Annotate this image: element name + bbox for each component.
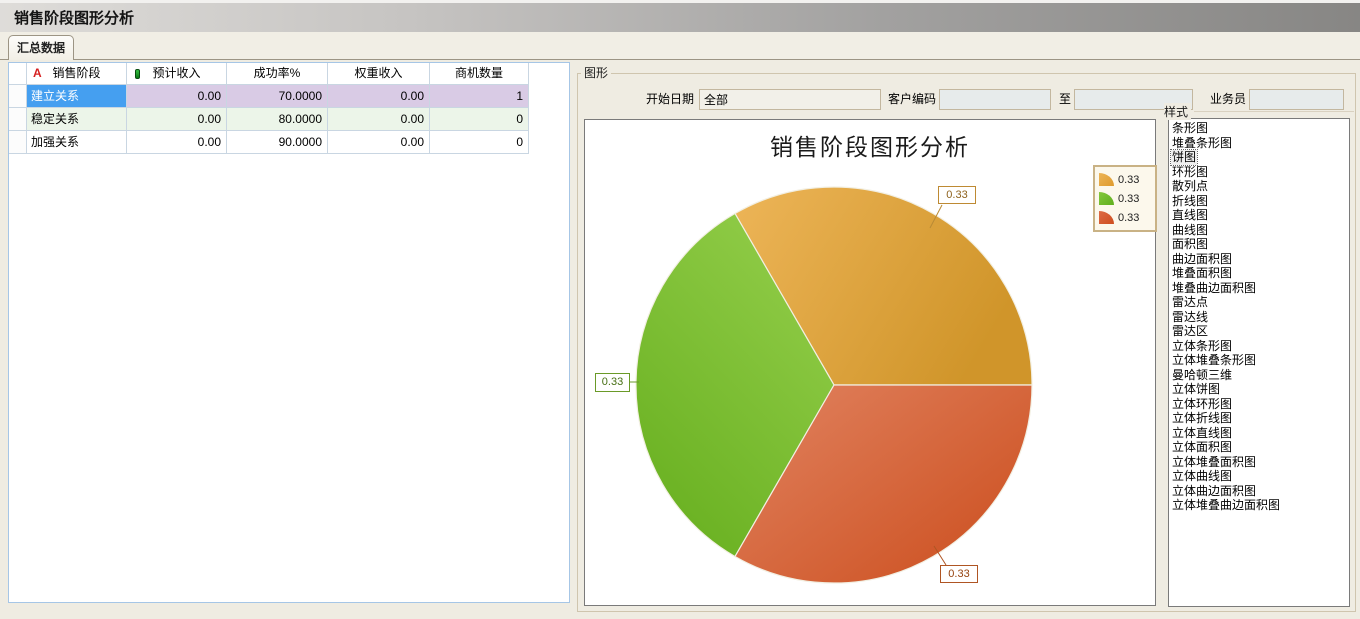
col-header-success-rate[interactable]: 成功率% (227, 63, 328, 85)
start-date-label: 开始日期 (608, 89, 694, 110)
col-header-success-rate-label: 成功率% (254, 66, 301, 80)
cell-weighted-income[interactable]: 0.00 (328, 131, 430, 154)
style-list-item[interactable]: 立体饼图 (1169, 382, 1349, 397)
cell-success-rate[interactable]: 90.0000 (227, 131, 328, 154)
cell-success-rate[interactable]: 70.0000 (227, 85, 328, 108)
legend-value: 0.33 (1118, 193, 1139, 205)
salesman-label: 业务员 (1200, 89, 1246, 110)
col-header-opportunity-count[interactable]: 商机数量 (430, 63, 529, 85)
graph-group-caption: 图形 (581, 65, 611, 81)
style-list-item[interactable]: 立体曲边面积图 (1169, 484, 1349, 499)
page-title: 销售阶段图形分析 (14, 7, 134, 28)
tab-summary-data[interactable]: 汇总数据 (8, 35, 74, 60)
style-list-item[interactable]: 立体面积图 (1169, 440, 1349, 455)
style-list-item[interactable]: 曲线图 (1169, 223, 1349, 238)
style-list-item[interactable]: 堆叠条形图 (1169, 136, 1349, 151)
customer-code-input[interactable] (939, 89, 1051, 110)
to-label: 至 (1055, 89, 1071, 110)
cell-stage-selected[interactable]: 建立关系 (27, 85, 127, 108)
cell-weighted-income[interactable]: 0.00 (328, 85, 430, 108)
style-list-item[interactable]: 雷达线 (1169, 310, 1349, 325)
slice-value-callout: 0.33 (938, 186, 976, 204)
table-row[interactable]: 建立关系 0.00 70.0000 0.00 1 (9, 85, 529, 108)
style-list-item[interactable]: 曼哈顿三维 (1169, 368, 1349, 383)
style-list-item[interactable]: 雷达区 (1169, 324, 1349, 339)
graph-group-box: 图形 开始日期 客户编码 至 业务员 销售阶段图形分析 (577, 73, 1356, 612)
tab-strip: 汇总数据 (0, 32, 1360, 60)
style-list-item[interactable]: 立体曲线图 (1169, 469, 1349, 484)
style-list-item[interactable]: 折线图 (1169, 194, 1349, 209)
col-header-expected-income-label: 预计收入 (152, 66, 200, 80)
style-list-item[interactable]: 环形图 (1169, 165, 1349, 180)
start-date-input[interactable] (699, 89, 881, 110)
style-list-item[interactable]: 立体堆叠面积图 (1169, 455, 1349, 470)
style-list-item[interactable]: 立体折线图 (1169, 411, 1349, 426)
cell-success-rate[interactable]: 80.0000 (227, 108, 328, 131)
col-header-weighted-income[interactable]: 权重收入 (328, 63, 430, 85)
style-group-caption: 样式 (1164, 103, 1191, 120)
cell-opportunity-count[interactable]: 0 (430, 108, 529, 131)
content-area: A 销售阶段 预计收入 成功率% 权重收入 商机数量 (0, 60, 1360, 619)
slice-value-callout: 0.33 (940, 565, 978, 583)
col-header-weighted-income-label: 权重收入 (354, 66, 402, 80)
cell-expected-income[interactable]: 0.00 (127, 131, 227, 154)
cell-expected-income[interactable]: 0.00 (127, 108, 227, 131)
cell-stage[interactable]: 加强关系 (27, 131, 127, 154)
chart-style-list: 条形图 堆叠条形图 饼图 环形图 散列点 折线图 直线图 曲线图 面积图 曲边面… (1168, 118, 1350, 607)
style-list-item[interactable]: 立体堆叠曲边面积图 (1169, 498, 1349, 513)
style-list-item[interactable]: 雷达点 (1169, 295, 1349, 310)
style-list-item[interactable]: 曲边面积图 (1169, 252, 1349, 267)
customer-code-label: 客户编码 (878, 89, 936, 110)
style-group-border (1194, 111, 1354, 112)
table-row[interactable]: 稳定关系 0.00 80.0000 0.00 0 (9, 108, 529, 131)
row-indicator[interactable] (9, 85, 27, 108)
summary-grid-panel: A 销售阶段 预计收入 成功率% 权重收入 商机数量 (8, 62, 570, 603)
cell-weighted-income[interactable]: 0.00 (328, 108, 430, 131)
style-list-item[interactable]: 立体条形图 (1169, 339, 1349, 354)
legend-item: 0.33 (1099, 170, 1151, 189)
style-list-item[interactable]: 散列点 (1169, 179, 1349, 194)
style-list-item[interactable]: 面积图 (1169, 237, 1349, 252)
row-indicator[interactable] (9, 108, 27, 131)
style-list-item-selected[interactable]: 饼图 (1169, 150, 1349, 165)
legend-value: 0.33 (1118, 212, 1139, 224)
sales-stage-table: A 销售阶段 预计收入 成功率% 权重收入 商机数量 (9, 63, 529, 154)
pie-chart-area: 销售阶段图形分析 (584, 119, 1156, 606)
cell-opportunity-count[interactable]: 0 (430, 131, 529, 154)
style-list-item[interactable]: 立体堆叠条形图 (1169, 353, 1349, 368)
pie-chart-svg (585, 120, 1155, 605)
legend-swatch-red (1099, 211, 1114, 224)
col-header-stage-label: 销售阶段 (52, 66, 100, 80)
col-header-expected-income[interactable]: 预计收入 (127, 63, 227, 85)
chart-legend: 0.33 0.33 0.33 (1093, 165, 1157, 232)
title-bar: 销售阶段图形分析 (0, 0, 1360, 32)
table-row[interactable]: 加强关系 0.00 90.0000 0.00 0 (9, 131, 529, 154)
red-letter-A-icon: A (33, 63, 42, 84)
legend-swatch-orange (1099, 173, 1114, 186)
col-header-opportunity-count-label: 商机数量 (455, 66, 503, 80)
legend-value: 0.33 (1118, 174, 1139, 186)
row-indicator[interactable] (9, 131, 27, 154)
style-list-item[interactable]: 条形图 (1169, 121, 1349, 136)
style-list-item[interactable]: 立体环形图 (1169, 397, 1349, 412)
legend-item: 0.33 (1099, 189, 1151, 208)
table-header-row: A 销售阶段 预计收入 成功率% 权重收入 商机数量 (9, 63, 529, 85)
cell-stage[interactable]: 稳定关系 (27, 108, 127, 131)
style-list-item[interactable]: 堆叠曲边面积图 (1169, 281, 1349, 296)
row-indicator-header (9, 63, 27, 85)
cell-opportunity-count[interactable]: 1 (430, 85, 529, 108)
green-bar-icon (135, 69, 140, 79)
col-header-stage[interactable]: A 销售阶段 (27, 63, 127, 85)
style-list-item[interactable]: 直线图 (1169, 208, 1349, 223)
style-list-item[interactable]: 立体直线图 (1169, 426, 1349, 441)
legend-swatch-green (1099, 192, 1114, 205)
style-list-item[interactable]: 堆叠面积图 (1169, 266, 1349, 281)
salesman-input[interactable] (1249, 89, 1344, 110)
legend-item: 0.33 (1099, 208, 1151, 227)
slice-value-callout: 0.33 (595, 373, 630, 392)
app-window: 销售阶段图形分析 汇总数据 A 销售阶段 预计收入 成功 (0, 0, 1360, 619)
cell-expected-income[interactable]: 0.00 (127, 85, 227, 108)
